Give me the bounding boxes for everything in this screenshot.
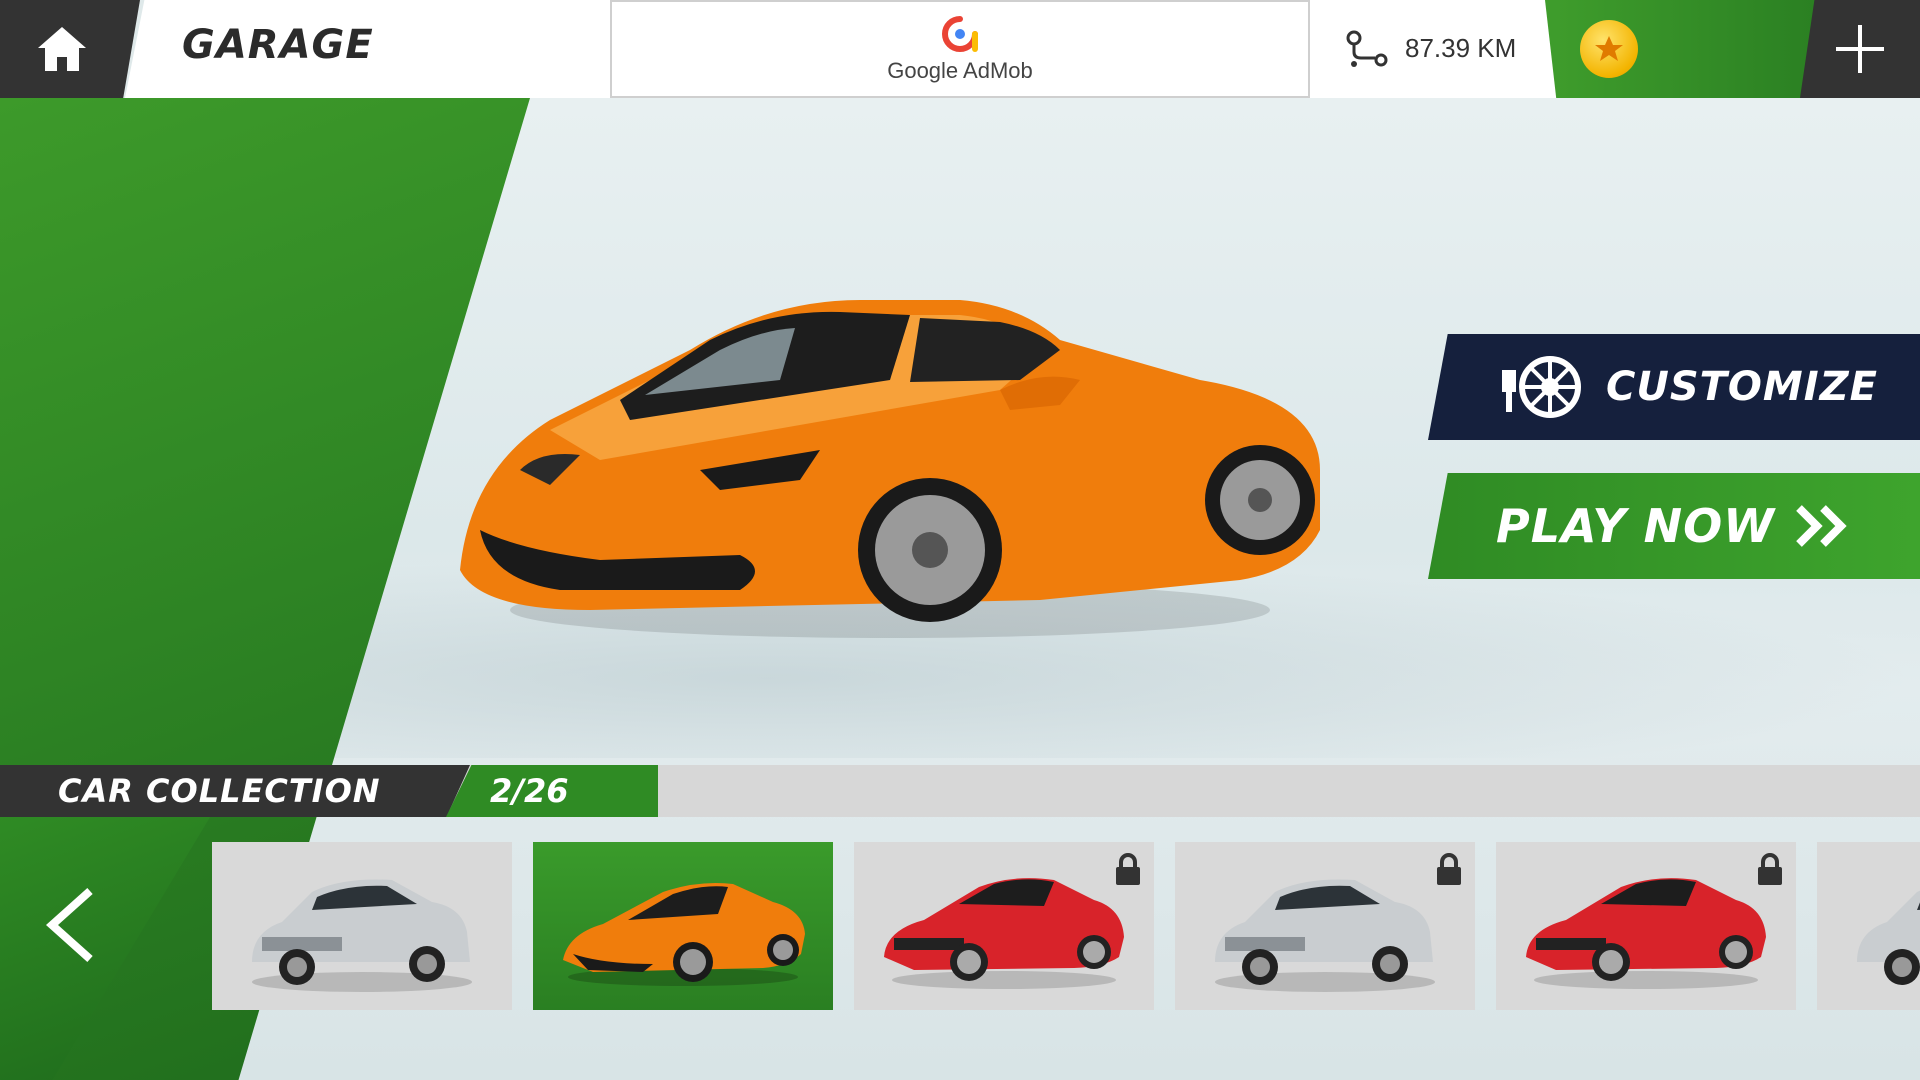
car-card-3[interactable] [854, 842, 1154, 1010]
top-bar: GARAGE Google AdMob 87.39 KM [0, 0, 1920, 98]
car-card-4[interactable] [1175, 842, 1475, 1010]
silver-sedan-thumbnail [1215, 879, 1435, 992]
page-title: GARAGE [182, 22, 374, 68]
red-sportscar-thumbnail [884, 878, 1124, 989]
add-coins-button[interactable] [1800, 0, 1920, 98]
car-card-6[interactable] [1817, 842, 1920, 1010]
admob-logo-icon [942, 16, 978, 52]
home-icon [38, 27, 86, 71]
customize-button[interactable]: CUSTOMIZE [1428, 334, 1920, 440]
coin-icon [1580, 20, 1638, 78]
distance-value: 87.39 KM [1405, 33, 1517, 63]
collection-title: CAR COLLECTION [58, 772, 381, 810]
home-button[interactable] [0, 0, 140, 98]
star-icon [1595, 36, 1623, 61]
wheel-brush-icon [1502, 356, 1581, 418]
car-card-5[interactable] [1496, 842, 1796, 1010]
collection-count: 2/26 [490, 772, 569, 810]
lock-icon [1116, 853, 1140, 885]
plus-icon [1836, 25, 1884, 73]
car-card-1[interactable] [212, 842, 512, 1010]
route-icon [1346, 30, 1388, 67]
lock-icon [1437, 853, 1461, 885]
play-now-button[interactable]: PLAY NOW [1428, 473, 1920, 579]
red-sportscar-thumbnail [1526, 878, 1766, 989]
silver-sedan-thumbnail [252, 879, 472, 992]
play-now-label: PLAY NOW [1496, 499, 1776, 553]
silver-sedan-thumbnail [1857, 890, 1920, 985]
ad-banner[interactable]: Google AdMob [610, 0, 1310, 98]
ad-label: Google AdMob [887, 58, 1033, 83]
chevron-left-icon[interactable] [40, 885, 100, 965]
lock-icon [1758, 853, 1782, 885]
selected-car-image [460, 300, 1320, 638]
double-chevron-right-icon [1796, 505, 1847, 547]
car-card-2[interactable] [533, 842, 833, 1010]
customize-label: CUSTOMIZE [1606, 364, 1878, 410]
orange-supercar-thumbnail [563, 883, 805, 986]
